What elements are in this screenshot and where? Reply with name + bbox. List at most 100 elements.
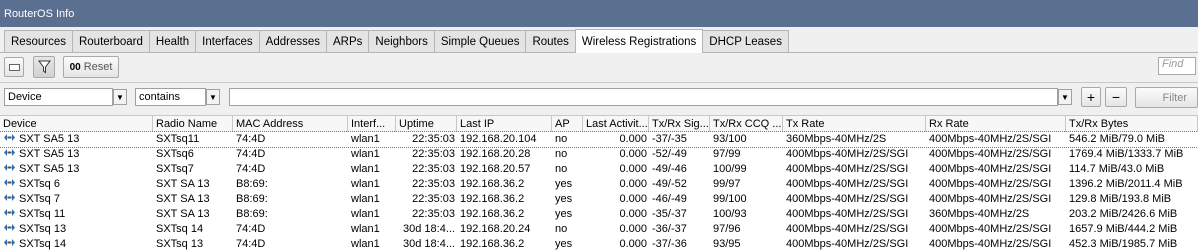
cell-text: SXTsq 13 — [156, 238, 204, 250]
cell-uptime: 22:35:03 — [396, 132, 457, 147]
column-header-tx-rx-bytes[interactable]: Tx/Rx Bytes — [1066, 116, 1198, 132]
cell-text: SXT SA5 13 — [19, 163, 80, 175]
column-header-uptime[interactable]: Uptime — [396, 116, 457, 132]
cell-text: B8:69: — [236, 178, 268, 190]
cell-tx-rate: 400Mbps-40MHz/2S/SGI — [783, 192, 926, 207]
cell-text: -36/-37 — [652, 223, 687, 235]
remove-filter-button[interactable]: − — [1105, 87, 1127, 107]
table-row[interactable]: SXTsq 6 SXT SA 13 B8:69: wlan1 22:35:03 192.1… — [0, 177, 1198, 192]
cell-text: B8:69: — [236, 208, 268, 220]
filter-operator-select[interactable]: contains — [135, 88, 206, 106]
cell-ap: no — [552, 222, 583, 237]
column-header-ap[interactable]: AP — [552, 116, 583, 132]
cell-text: -52/-49 — [652, 148, 687, 160]
find-input[interactable]: Find — [1158, 57, 1196, 75]
table-row[interactable]: SXT SA5 13 SXTsq11 74:4D wlan1 22:35:03 192.1… — [0, 131, 1198, 148]
cell-text: 0.000 — [619, 238, 647, 250]
table-row[interactable]: SXTsq 11 SXT SA 13 B8:69: wlan1 22:35:03 192.… — [0, 207, 1198, 222]
tab-health[interactable]: Health — [148, 30, 197, 52]
cell-text: SXTsq 11 — [19, 208, 66, 220]
tab-interfaces[interactable]: Interfaces — [195, 30, 260, 52]
cell-text: 97/96 — [713, 223, 741, 235]
cell-text: wlan1 — [351, 193, 380, 205]
table-row[interactable]: SXTsq 14 SXTsq 13 74:4D wlan1 30d 18:4... 192… — [0, 237, 1198, 252]
table-row[interactable]: SXT SA5 13 SXTsq7 74:4D wlan1 22:35:03 192.16… — [0, 162, 1198, 177]
cell-text: 400Mbps-40MHz/2S/SGI — [786, 163, 909, 175]
cell-text: 1396.2 MiB/2011.4 MiB — [1069, 178, 1183, 190]
tab-routerboard[interactable]: Routerboard — [71, 30, 150, 52]
collapse-button[interactable] — [4, 57, 24, 77]
column-header-device[interactable]: Device — [0, 116, 153, 132]
cell-text: 192.168.20.28 — [460, 148, 531, 160]
filter-field-select[interactable]: Device — [4, 88, 113, 106]
column-header-signal[interactable]: Tx/Rx Sig... — [649, 116, 710, 132]
cell-text: 93/95 — [713, 238, 741, 250]
table-row[interactable]: SXT SA5 13 SXTsq6 74:4D wlan1 22:35:03 192.16… — [0, 147, 1198, 162]
cell-mac-address: B8:69: — [233, 177, 348, 192]
tab-resources[interactable]: Resources — [4, 30, 73, 52]
cell-text: 400Mbps-40MHz/2S/SGI — [786, 238, 909, 250]
filter-operator-dropdown[interactable]: ▼ — [206, 89, 220, 105]
tab-neighbors[interactable]: Neighbors — [368, 30, 435, 52]
column-header-interface[interactable]: Interf... — [348, 116, 396, 132]
cell-text: no — [555, 148, 568, 160]
reset-button[interactable]: 00 Reset — [63, 56, 119, 78]
cell-text: yes — [555, 193, 573, 205]
column-header-last-ip[interactable]: Last IP — [457, 116, 552, 132]
cell-ap: yes — [552, 177, 583, 192]
cell-signal: -49/-52 — [649, 177, 710, 192]
column-header-last-activity[interactable]: Last Activit... — [583, 116, 649, 132]
cell-text: no — [555, 163, 568, 175]
cell-text: SXTsq 14 — [19, 238, 67, 250]
column-header-mac-address[interactable]: MAC Address — [233, 116, 348, 132]
cell-text: 74:4D — [236, 223, 266, 235]
tab-dhcp-leases[interactable]: DHCP Leases — [702, 30, 789, 52]
cell-text: 22:35:03 — [412, 178, 455, 190]
cell-tx-rx-bytes: 1657.9 MiB/444.2 MiB — [1066, 222, 1198, 237]
cell-text: 546.2 MiB/79.0 MiB — [1069, 133, 1165, 145]
cell-text: wlan1 — [351, 238, 380, 250]
cell-text: 0.000 — [619, 223, 647, 235]
tab-routes[interactable]: Routes — [525, 30, 576, 52]
wireless-device-icon — [4, 224, 15, 231]
cell-tx-rx-bytes: 452.3 MiB/1985.7 MiB — [1066, 237, 1198, 252]
cell-device: SXT SA5 13 — [0, 147, 153, 162]
cell-text: 1657.9 MiB/444.2 MiB — [1069, 223, 1178, 235]
cell-ccq: 99/97 — [710, 177, 783, 192]
tab-arps[interactable]: ARPs — [326, 30, 370, 52]
cell-radio-name: SXT SA 13 — [153, 207, 233, 222]
wireless-device-icon — [4, 209, 15, 216]
table-row[interactable]: SXTsq 7 SXT SA 13 B8:69: wlan1 22:35:03 192.1… — [0, 192, 1198, 207]
column-header-ccq[interactable]: Tx/Rx CCQ ... — [710, 116, 783, 132]
cell-last-ip: 192.168.36.2 — [457, 207, 552, 222]
cell-text: 192.168.20.104 — [460, 133, 537, 145]
cell-uptime: 22:35:03 — [396, 162, 457, 177]
filter-button[interactable]: Filter — [1135, 87, 1198, 108]
cell-tx-rate: 360Mbps-40MHz/2S — [783, 132, 926, 147]
cell-ccq: 97/99 — [710, 147, 783, 162]
filter-value-dropdown[interactable]: ▼ — [1058, 89, 1072, 105]
cell-text: 360Mbps-40MHz/2S — [929, 208, 1030, 220]
tab-addresses[interactable]: Addresses — [258, 30, 327, 52]
add-filter-button[interactable]: + — [1081, 87, 1101, 107]
cell-text: -49/-52 — [652, 178, 687, 190]
cell-text: 192.168.36.2 — [460, 238, 525, 250]
chevron-down-icon: ▼ — [1061, 92, 1069, 102]
cell-ccq: 100/93 — [710, 207, 783, 222]
cell-text: 22:35:03 — [412, 208, 455, 220]
cell-text: 114.7 MiB/43.0 MiB — [1069, 163, 1165, 175]
filter-value-input[interactable] — [229, 88, 1058, 106]
wireless-device-icon — [4, 239, 15, 246]
cell-rx-rate: 400Mbps-40MHz/2S/SGI — [926, 132, 1066, 147]
column-header-radio-name[interactable]: Radio Name — [153, 116, 233, 132]
cell-radio-name: SXT SA 13 — [153, 192, 233, 207]
cell-last-activity: 0.000 — [583, 207, 649, 222]
tab-wireless-registrations[interactable]: Wireless Registrations — [574, 29, 704, 53]
column-header-rx-rate[interactable]: Rx Rate — [926, 116, 1066, 132]
filter-toggle-button[interactable] — [33, 56, 55, 78]
filter-field-dropdown[interactable]: ▼ — [113, 89, 127, 105]
cell-interface: wlan1 — [348, 162, 396, 177]
table-row[interactable]: SXTsq 13 SXTsq 14 74:4D wlan1 30d 18:4... 192… — [0, 222, 1198, 237]
column-header-tx-rate[interactable]: Tx Rate — [783, 116, 926, 132]
tab-simple-queues[interactable]: Simple Queues — [433, 30, 527, 52]
